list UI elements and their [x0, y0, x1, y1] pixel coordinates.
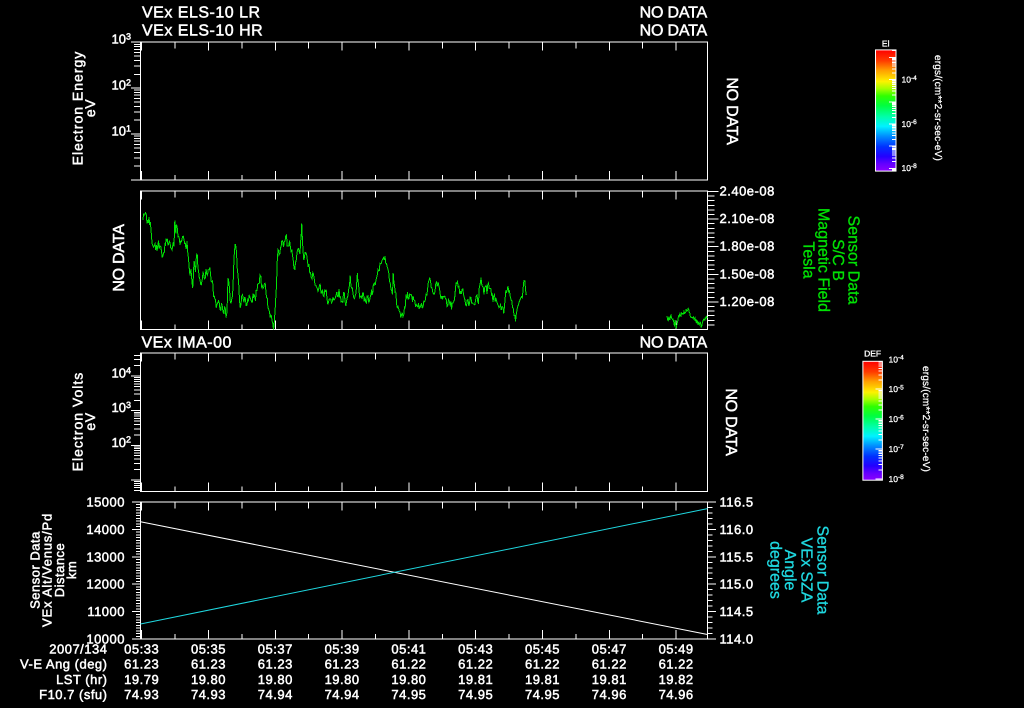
svg-text:74.95: 74.95	[391, 687, 426, 702]
svg-text:1.80e-08: 1.80e-08	[720, 239, 775, 254]
svg-text:74.94: 74.94	[325, 687, 360, 702]
svg-text:05:47: 05:47	[592, 642, 627, 657]
svg-text:05:45: 05:45	[525, 642, 560, 657]
svg-text:19.80: 19.80	[325, 672, 360, 687]
svg-text:05:49: 05:49	[659, 642, 694, 657]
svg-text:19.80: 19.80	[391, 672, 426, 687]
svg-text:116.0: 116.0	[720, 522, 754, 537]
svg-text:74.96: 74.96	[659, 687, 694, 702]
svg-text:NO DATA: NO DATA	[640, 5, 708, 22]
svg-text:LST (hr): LST (hr)	[56, 672, 107, 687]
svg-text:14000: 14000	[86, 522, 125, 537]
svg-text:NO DATA: NO DATA	[640, 23, 708, 40]
svg-text:NO DATA: NO DATA	[111, 224, 128, 292]
svg-text:Sensor Data: Sensor Data	[814, 526, 831, 615]
svg-text:2.40e-08: 2.40e-08	[720, 184, 775, 199]
svg-text:114.0: 114.0	[720, 632, 754, 647]
svg-text:13000: 13000	[86, 549, 125, 564]
svg-text:19.80: 19.80	[258, 672, 293, 687]
svg-text:05:33: 05:33	[124, 642, 159, 657]
svg-text:F10.7 (sfu): F10.7 (sfu)	[39, 687, 107, 702]
svg-text:61.23: 61.23	[191, 657, 226, 672]
svg-text:74.96: 74.96	[592, 687, 627, 702]
svg-text:116.5: 116.5	[720, 495, 754, 510]
svg-text:NO DATA: NO DATA	[640, 335, 708, 352]
svg-text:61.22: 61.22	[592, 657, 627, 672]
svg-text:61.23: 61.23	[258, 657, 293, 672]
svg-text:74.95: 74.95	[525, 687, 560, 702]
svg-text:VEx IMA-00: VEx IMA-00	[142, 335, 232, 352]
svg-text:ergs/(cm**2-sr-sec-eV): ergs/(cm**2-sr-sec-eV)	[920, 366, 931, 472]
svg-text:VEx SZA: VEx SZA	[798, 538, 815, 603]
svg-text:1.50e-08: 1.50e-08	[720, 266, 775, 281]
svg-text:61.22: 61.22	[659, 657, 694, 672]
svg-text:115.5: 115.5	[720, 549, 754, 564]
svg-text:74.93: 74.93	[191, 687, 226, 702]
svg-text:19.79: 19.79	[124, 672, 159, 687]
svg-text:km: km	[64, 561, 79, 579]
svg-text:degrees: degrees	[767, 541, 784, 599]
svg-text:12000: 12000	[86, 577, 125, 592]
svg-text:DEF: DEF	[864, 349, 881, 359]
svg-text:1.20e-08: 1.20e-08	[720, 294, 775, 309]
svg-text:ergs/(cm**2-sr-sec-eV): ergs/(cm**2-sr-sec-eV)	[932, 55, 943, 161]
svg-text:11000: 11000	[87, 604, 125, 619]
svg-text:61.22: 61.22	[391, 657, 426, 672]
svg-text:NO DATA: NO DATA	[723, 77, 740, 145]
svg-text:114.5: 114.5	[720, 604, 754, 619]
svg-text:05:37: 05:37	[258, 642, 293, 657]
svg-text:61.22: 61.22	[458, 657, 493, 672]
svg-text:19.82: 19.82	[659, 672, 694, 687]
svg-text:115.0: 115.0	[720, 577, 754, 592]
svg-text:El: El	[882, 39, 890, 49]
svg-text:61.23: 61.23	[325, 657, 360, 672]
svg-text:2.10e-08: 2.10e-08	[720, 211, 775, 226]
svg-text:eV: eV	[82, 412, 98, 430]
svg-text:2007/134: 2007/134	[49, 642, 107, 657]
svg-text:74.93: 74.93	[124, 687, 159, 702]
svg-text:05:35: 05:35	[191, 642, 226, 657]
svg-text:Tesla: Tesla	[800, 241, 817, 278]
svg-text:NO DATA: NO DATA	[722, 388, 739, 456]
svg-text:19.81: 19.81	[592, 672, 627, 687]
svg-text:05:43: 05:43	[458, 642, 493, 657]
svg-text:19.81: 19.81	[458, 672, 493, 687]
svg-text:VEx ELS-10 HR: VEx ELS-10 HR	[142, 23, 263, 40]
svg-text:V-E Ang (deg): V-E Ang (deg)	[20, 657, 107, 672]
svg-text:05:41: 05:41	[391, 642, 426, 657]
svg-text:eV: eV	[82, 99, 98, 117]
svg-text:61.22: 61.22	[525, 657, 560, 672]
svg-text:74.94: 74.94	[258, 687, 293, 702]
svg-text:19.80: 19.80	[191, 672, 226, 687]
svg-text:61.23: 61.23	[124, 657, 159, 672]
svg-text:VEx ELS-10 LR: VEx ELS-10 LR	[142, 5, 261, 22]
svg-text:19.81: 19.81	[525, 672, 560, 687]
svg-text:15000: 15000	[86, 495, 125, 510]
svg-text:05:39: 05:39	[325, 642, 360, 657]
svg-text:74.95: 74.95	[458, 687, 493, 702]
